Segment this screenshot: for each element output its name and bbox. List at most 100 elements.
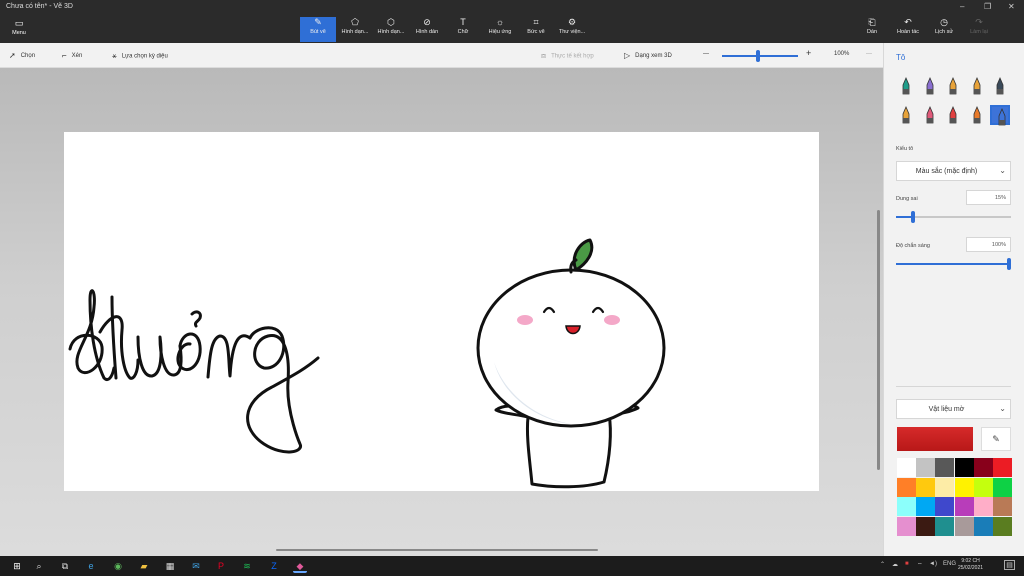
zoom-out-button[interactable]: — [703, 51, 709, 57]
network-icon[interactable]: ☁ [892, 561, 898, 568]
tab-canvas[interactable]: ⌗ Bức vẽ [521, 17, 551, 42]
opacity-slider[interactable] [896, 258, 1011, 270]
close-button[interactable]: ✕ [1008, 2, 1015, 11]
wifi-icon[interactable]: ⌔ [917, 561, 923, 569]
history-button[interactable]: ◷ Lịch sử [930, 17, 958, 42]
store-icon[interactable]: ▦ [163, 559, 177, 573]
palette-swatch[interactable] [954, 477, 974, 497]
chevron-down-icon: ⌄ [999, 166, 1006, 175]
fill-bucket-icon[interactable] [990, 105, 1010, 126]
crayon-icon[interactable] [943, 105, 963, 125]
tolerance-input[interactable]: 15% [966, 190, 1011, 205]
select-button[interactable]: ➚ Chọn [9, 51, 35, 60]
menu-button[interactable]: ▭ Menu [6, 18, 32, 40]
vertical-scrollbar[interactable] [877, 210, 880, 470]
watercolor-icon[interactable] [967, 76, 987, 96]
opacity-input[interactable]: 100% [966, 237, 1011, 252]
material-dropdown[interactable]: Vật liệu mờ ⌄ [896, 399, 1011, 419]
selected-color-swatch[interactable] [897, 427, 973, 451]
task-view-icon[interactable]: ⧉ [58, 559, 72, 573]
zoom-slider-thumb[interactable] [756, 50, 760, 62]
palette-swatch[interactable] [916, 497, 936, 516]
palette-swatch[interactable] [993, 497, 1012, 516]
redo-button[interactable]: ↷ Làm lại [964, 17, 994, 42]
drawing-canvas[interactable] [64, 132, 819, 491]
calligraphy-pen-icon[interactable] [920, 76, 940, 96]
zoom-slider-track[interactable] [722, 55, 798, 57]
marker-icon[interactable] [896, 76, 916, 96]
tab-3d-shapes[interactable]: ⬡ Hình dạn... [373, 17, 409, 42]
paste-button[interactable]: ⎗ Dán [862, 17, 882, 42]
chrome-icon[interactable]: ◉ [111, 559, 125, 573]
tab-brushes[interactable]: ✎ Bút vẽ [300, 17, 336, 42]
horizontal-scrollbar[interactable] [276, 549, 598, 551]
palette-swatch[interactable] [897, 458, 916, 477]
minimize-button[interactable]: – [960, 2, 964, 11]
volume-icon[interactable]: ◄) [929, 561, 937, 567]
palette-swatch[interactable] [973, 497, 993, 516]
pencil-icon[interactable] [896, 105, 916, 125]
palette-swatch[interactable] [935, 497, 955, 516]
tolerance-slider-thumb[interactable] [911, 211, 916, 223]
palette-swatch[interactable] [954, 497, 974, 516]
pixel-pen-icon[interactable] [990, 76, 1010, 96]
palette-swatch[interactable] [973, 516, 993, 536]
palette-swatch[interactable] [897, 516, 916, 536]
palette-swatch[interactable] [897, 477, 916, 497]
palette-swatch[interactable] [916, 516, 936, 536]
zoom-in-button[interactable]: + [806, 48, 811, 58]
tolerance-slider[interactable] [896, 211, 1011, 223]
palette-swatch[interactable] [935, 458, 955, 477]
eyedropper-button[interactable]: ✎ [981, 427, 1011, 451]
undo-button[interactable]: ↶ Hoàn tác [892, 17, 924, 42]
paint3d-icon[interactable]: ◆ [293, 559, 307, 573]
tab-text[interactable]: T Chữ [449, 17, 477, 42]
palette-swatch[interactable] [954, 516, 974, 536]
palette-swatch[interactable] [993, 458, 1012, 477]
mail-icon[interactable]: ✉ [189, 559, 203, 573]
pinterest-icon[interactable]: P [214, 559, 228, 573]
crop-button[interactable]: ⌐ Xén [62, 51, 82, 60]
zoom-level[interactable]: 100% [834, 51, 849, 57]
eraser-icon[interactable] [920, 105, 940, 125]
palette-swatch[interactable] [973, 477, 993, 497]
tab-effects[interactable]: ☼ Hiệu ứng [483, 17, 517, 42]
edge-icon[interactable]: e [84, 559, 98, 573]
palette-swatch[interactable] [954, 458, 974, 477]
oil-brush-icon[interactable] [943, 76, 963, 96]
tab-stickers[interactable]: ⊘ Hình dán [410, 17, 444, 42]
spotify-icon[interactable]: ≋ [240, 559, 254, 573]
restore-button[interactable]: ❐ [984, 2, 991, 11]
explorer-icon[interactable]: ▰ [137, 559, 151, 573]
notification-icon[interactable]: ▤ [1004, 560, 1015, 570]
color-mode-dropdown[interactable]: Màu sắc (mặc định) ⌄ [896, 161, 1011, 181]
start-icon[interactable]: ⊞ [10, 559, 24, 573]
clock[interactable]: 9:02 CH 25/02/2021 [958, 558, 983, 572]
tab-3d-library[interactable]: ⚙ Thư viện... [554, 17, 590, 42]
ribbon: Chưa có tên* - Vẽ 3D – ❐ ✕ ▭ Menu ✎ Bút … [0, 0, 1024, 43]
palette-swatch[interactable] [935, 477, 955, 497]
view-3d-button[interactable]: ▷ Dạng xem 3D [624, 51, 672, 60]
mixed-reality-button[interactable]: ⧈ Thực tế kết hợp [541, 51, 594, 61]
redo-icon: ↷ [975, 17, 983, 27]
magic-select-button[interactable]: ⚹ Lựa chọn kỳ diệu [112, 51, 168, 61]
antivirus-icon[interactable]: ■ [905, 561, 909, 567]
history-icon: ◷ [940, 17, 948, 27]
canvas-icon: ⌗ [533, 17, 539, 27]
palette-swatch[interactable] [935, 516, 955, 536]
tray-chevron-icon[interactable]: ⌃ [880, 561, 885, 568]
opacity-slider-thumb[interactable] [1007, 258, 1011, 270]
palette-swatch[interactable] [993, 477, 1012, 497]
palette-swatch[interactable] [916, 477, 936, 497]
search-icon[interactable]: ⌕ [32, 559, 46, 573]
tab-2d-shapes[interactable]: ⬠ Hình dạn... [337, 17, 373, 42]
language-indicator[interactable]: ENG [943, 561, 956, 567]
palette-swatch[interactable] [973, 458, 993, 477]
spray-can-icon[interactable] [967, 105, 987, 125]
zalo-icon[interactable]: Z [267, 559, 281, 573]
palette-swatch[interactable] [993, 516, 1012, 536]
more-options-button[interactable]: ··· [866, 51, 872, 57]
palette-swatch[interactable] [916, 458, 936, 477]
stickers-icon: ⊘ [423, 17, 431, 27]
palette-swatch[interactable] [897, 497, 916, 516]
